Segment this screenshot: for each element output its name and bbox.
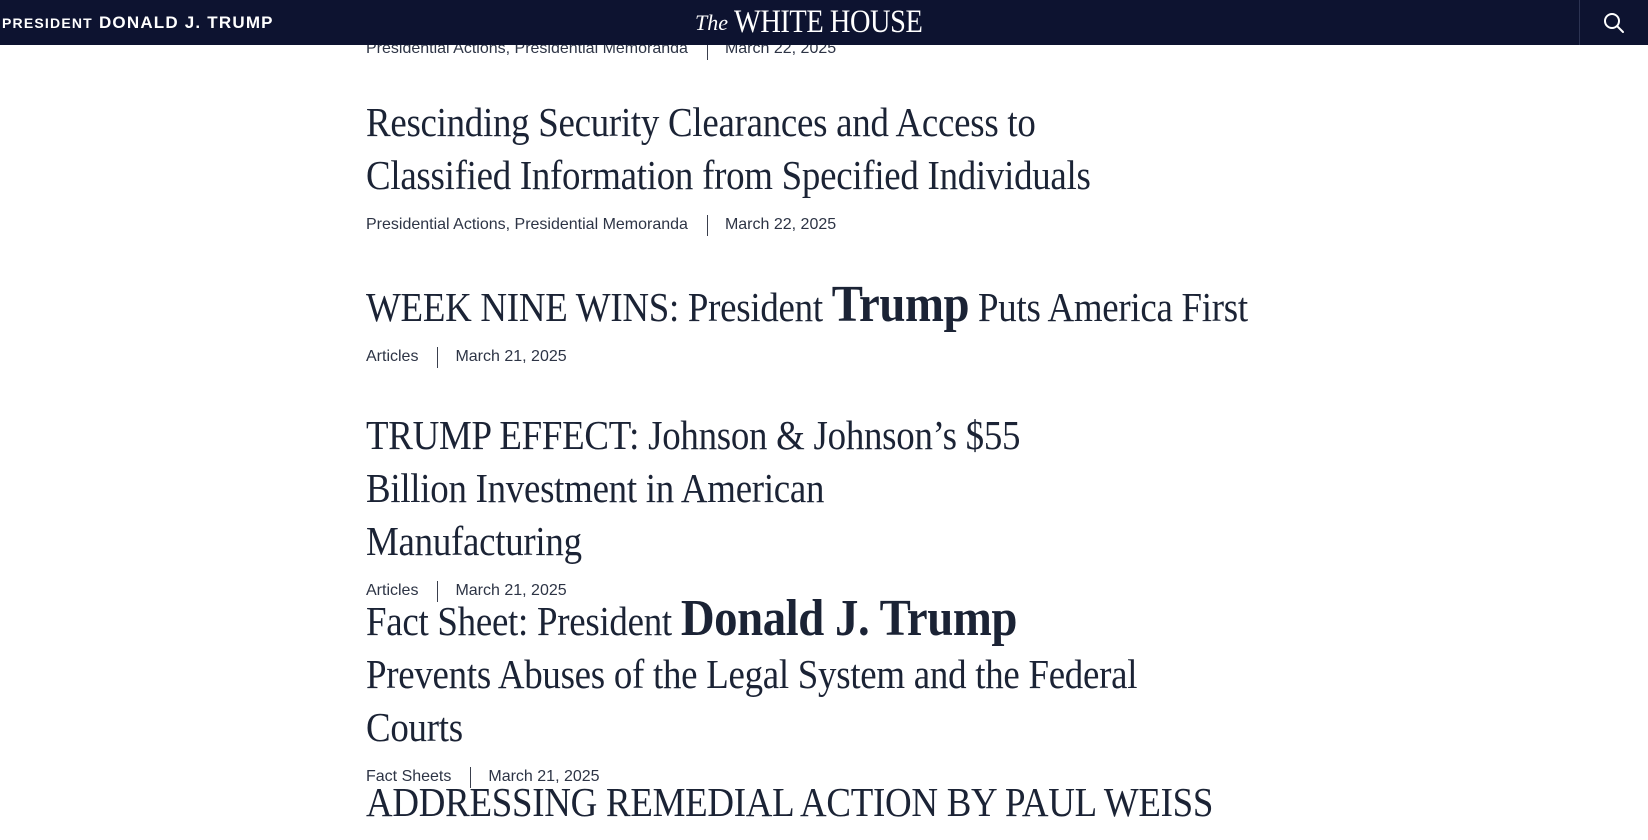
news-item-headline[interactable]: Fact Sheet: President Donald J. Trump Pr…	[366, 592, 1140, 754]
news-item: Rescinding Security Clearances and Acces…	[366, 96, 1346, 236]
site-header: PRESIDENT DONALD J. TRUMP The WHITE HOUS…	[0, 0, 1648, 45]
news-item: WEEK NINE WINS: President Trump Puts Ame…	[366, 278, 1346, 368]
headline-text-post: Puts America First	[969, 284, 1248, 330]
headline-text: Rescinding Security Clearances and Acces…	[366, 99, 1091, 198]
white-house-logo[interactable]: The WHITE HOUSE	[695, 0, 953, 45]
headline-text-emphasis: Donald J. Trump	[680, 590, 1018, 647]
logo-white-house: WHITE HOUSE	[733, 4, 923, 40]
news-item-meta: Presidential Actions, Presidential Memor…	[366, 214, 1346, 236]
news-item: Fact Sheet: President Donald J. Trump Pr…	[366, 592, 1346, 788]
search-button[interactable]	[1579, 0, 1648, 45]
headline-text: TRUMP EFFECT: Johnson & Johnson’s $55 Bi…	[366, 412, 1021, 564]
headline-text-pre: Fact Sheet: President	[366, 598, 681, 644]
meta-divider	[706, 214, 708, 236]
headline-text-emphasis: Trump	[831, 276, 970, 333]
search-icon	[1604, 12, 1624, 33]
brand-title: PRESIDENT	[2, 14, 93, 31]
headline-text-pre: WEEK NINE WINS: President	[366, 284, 832, 330]
logo-the: The	[694, 9, 728, 35]
news-item-date: March 22, 2025	[724, 216, 837, 233]
news-item: ADDRESSING REMEDIAL ACTION BY PAUL WEISS	[366, 776, 1346, 829]
news-item-meta: Articles March 21, 2025	[366, 346, 1346, 368]
news-item-headline[interactable]: TRUMP EFFECT: Johnson & Johnson’s $55 Bi…	[366, 409, 1028, 568]
meta-divider	[437, 346, 439, 368]
news-item-categories[interactable]: Articles	[366, 348, 418, 366]
news-item-headline[interactable]: WEEK NINE WINS: President Trump Puts Ame…	[366, 278, 1320, 334]
brand-name: DONALD J. TRUMP	[98, 12, 274, 32]
headline-text-post: Prevents Abuses of the Legal System and …	[366, 651, 1138, 750]
news-item-categories[interactable]: Presidential Actions, Presidential Memor…	[366, 216, 688, 234]
news-item-date: March 21, 2025	[455, 348, 567, 365]
president-brand-link[interactable]: PRESIDENT DONALD J. TRUMP	[2, 0, 274, 45]
news-item: TRUMP EFFECT: Johnson & Johnson’s $55 Bi…	[366, 409, 1346, 602]
headline-text: ADDRESSING REMEDIAL ACTION BY PAUL WEISS	[366, 779, 1214, 825]
news-item-headline[interactable]: ADDRESSING REMEDIAL ACTION BY PAUL WEISS	[366, 776, 1320, 829]
news-item-headline[interactable]: Rescinding Security Clearances and Acces…	[366, 96, 1104, 202]
